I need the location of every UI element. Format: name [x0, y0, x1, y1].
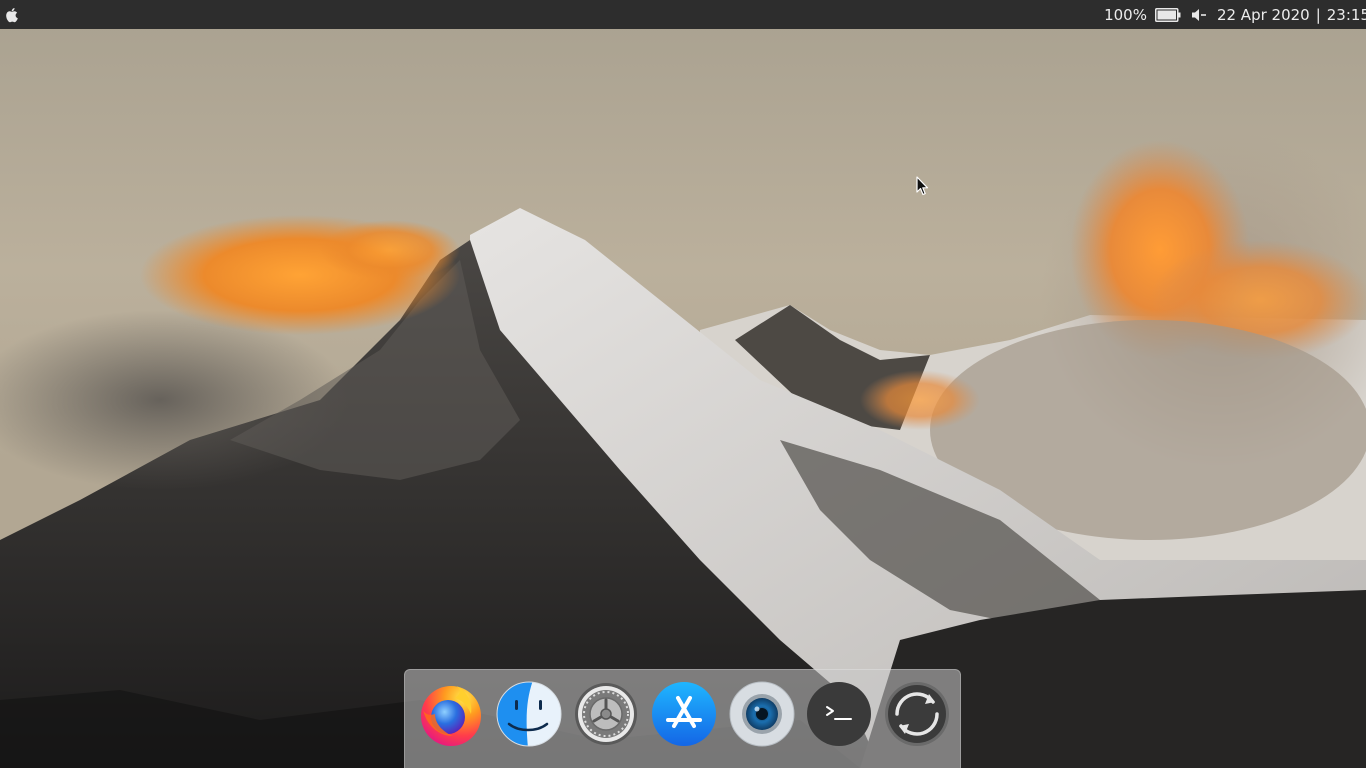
app-store-icon — [652, 682, 717, 746]
clock-date[interactable]: 22 Apr 2020 — [1217, 0, 1310, 29]
desktop: 100% 22 Apr 2020 | 23:15 — [0, 0, 1366, 768]
dock-item-update[interactable] — [882, 679, 952, 749]
volume-icon[interactable] — [1191, 0, 1207, 29]
battery-percentage[interactable]: 100% — [1104, 0, 1147, 29]
clock-time[interactable]: 23:15 — [1327, 0, 1366, 29]
screenshot-camera-icon — [729, 681, 795, 747]
clock-separator: | — [1315, 5, 1321, 24]
firefox-icon — [420, 686, 481, 746]
top-menu-bar: 100% 22 Apr 2020 | 23:15 — [0, 0, 1366, 29]
dock-item-firefox[interactable] — [416, 679, 486, 749]
dock-item-system-settings[interactable] — [571, 679, 641, 749]
dock — [404, 669, 961, 768]
dock-item-screenshot[interactable] — [727, 679, 797, 749]
mouse-cursor-icon — [916, 176, 929, 196]
dock-item-app-store[interactable] — [649, 679, 719, 749]
refresh-icon — [885, 682, 950, 746]
dock-item-finder[interactable] — [494, 679, 564, 749]
system-settings-icon — [575, 683, 638, 745]
status-area: 100% 22 Apr 2020 | 23:15 — [1104, 0, 1366, 29]
terminal-icon — [807, 682, 872, 746]
finder-icon — [496, 681, 562, 747]
wallpaper — [0, 0, 1366, 768]
dock-item-terminal[interactable] — [805, 679, 875, 749]
battery-icon[interactable] — [1154, 0, 1181, 29]
apple-icon[interactable] — [0, 0, 24, 29]
